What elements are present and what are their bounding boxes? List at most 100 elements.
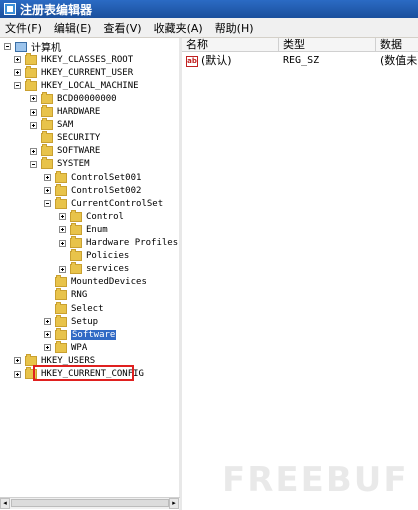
expand-icon[interactable] xyxy=(44,331,51,339)
expand-icon[interactable] xyxy=(59,239,66,247)
tree-node-label: Setup xyxy=(71,316,99,327)
collapse-icon[interactable] xyxy=(30,160,37,168)
folder-icon xyxy=(25,52,37,65)
tree-node[interactable]: Control xyxy=(59,209,124,223)
column-header-data[interactable]: 数据 xyxy=(376,38,418,52)
tree-node[interactable]: Software xyxy=(44,327,117,341)
tree-node-label: RNG xyxy=(71,290,88,301)
tree-node-label: Policies xyxy=(86,251,130,262)
folder-icon xyxy=(70,262,82,275)
collapse-icon[interactable] xyxy=(4,43,11,50)
expand-icon[interactable] xyxy=(59,265,66,273)
expand-icon[interactable] xyxy=(14,357,21,365)
tree-node[interactable]: ControlSet001 xyxy=(44,170,142,184)
value-row[interactable]: ab (默认) xyxy=(186,54,232,67)
tree-node[interactable]: ControlSet002 xyxy=(44,183,142,197)
tree-horizontal-scrollbar[interactable]: ◂ ▸ xyxy=(0,497,180,509)
folder-icon xyxy=(41,131,53,144)
expand-icon[interactable] xyxy=(30,147,37,155)
tree-node[interactable]: HKEY_CURRENT_USER xyxy=(14,65,133,79)
tree-node[interactable]: Enum xyxy=(59,222,108,236)
collapse-icon[interactable] xyxy=(44,200,51,208)
tree-node-label: SAM xyxy=(57,120,74,131)
computer-icon xyxy=(15,41,27,52)
expand-icon[interactable] xyxy=(59,226,66,234)
expand-icon[interactable] xyxy=(44,318,51,326)
tree-node[interactable]: SOFTWARE xyxy=(30,144,100,158)
column-header-type[interactable]: 类型 xyxy=(279,38,376,52)
expand-icon[interactable] xyxy=(14,56,21,64)
menu-bar: 文件(F) 编辑(E) 查看(V) 收藏夹(A) 帮助(H) xyxy=(0,18,418,38)
tree-node-label: Control xyxy=(86,211,124,222)
tree-node[interactable]: HKEY_LOCAL_MACHINE xyxy=(14,78,139,92)
folder-icon xyxy=(55,314,67,327)
tree-node[interactable]: Hardware Profiles xyxy=(59,236,179,250)
tree-node-label: Hardware Profiles xyxy=(86,238,179,248)
tree-node[interactable]: BCD00000000 xyxy=(30,91,117,105)
tree-node[interactable]: services xyxy=(59,262,130,276)
tree-node[interactable]: CurrentControlSet xyxy=(44,196,163,210)
tree-node-label: Enum xyxy=(86,224,108,235)
tree-node-label: SECURITY xyxy=(57,133,101,144)
folder-icon xyxy=(41,91,53,104)
expand-icon[interactable] xyxy=(44,187,51,195)
regedit-icon xyxy=(4,3,16,15)
menu-file[interactable]: 文件(F) xyxy=(0,20,47,36)
tree-node[interactable]: Select xyxy=(44,301,104,315)
value-type: REG_SZ xyxy=(283,55,320,66)
tree-node[interactable]: RNG xyxy=(44,288,88,302)
tree-node[interactable]: Setup xyxy=(44,314,99,328)
menu-help[interactable]: 帮助(H) xyxy=(210,20,259,36)
folder-icon xyxy=(55,301,67,314)
tree-node-label: 计算机 xyxy=(31,43,61,54)
expand-icon[interactable] xyxy=(30,121,37,129)
expand-icon[interactable] xyxy=(30,108,37,116)
registry-tree[interactable]: 计算机 HKEY_CLASSES_ROOT HKEY_CURRENT_USER HKE… xyxy=(0,38,181,496)
expand-icon[interactable] xyxy=(30,95,37,103)
folder-icon xyxy=(55,183,67,196)
folder-icon xyxy=(41,157,53,170)
tree-node-label: services xyxy=(86,264,130,275)
tree-node[interactable]: HKEY_CLASSES_ROOT xyxy=(14,52,134,66)
value-list[interactable]: 名称 类型 数据 ab (默认) REG_SZ (数值未 FREEBUF xyxy=(182,38,418,510)
tree-node[interactable]: Policies xyxy=(59,249,130,263)
tree-node[interactable]: SECURITY xyxy=(30,131,101,145)
folder-icon xyxy=(41,105,53,117)
expand-icon[interactable] xyxy=(44,344,51,352)
tree-node[interactable]: SYSTEM xyxy=(30,157,90,171)
scroll-thumb[interactable] xyxy=(11,499,169,507)
expand-icon[interactable] xyxy=(44,174,51,181)
folder-icon xyxy=(55,340,67,353)
tree-node[interactable]: WPA xyxy=(44,340,87,354)
menu-view[interactable]: 查看(V) xyxy=(98,20,146,36)
menu-favorites[interactable]: 收藏夹(A) xyxy=(149,20,208,36)
tree-node[interactable]: 计算机 xyxy=(4,40,61,54)
scroll-right-button[interactable]: ▸ xyxy=(169,498,179,509)
folder-icon xyxy=(25,78,37,91)
folder-icon xyxy=(25,65,37,78)
folder-icon xyxy=(70,249,82,262)
tree-node-label: HKEY_LOCAL_MACHINE xyxy=(41,80,139,91)
tree-node[interactable]: SAM xyxy=(30,118,74,132)
menu-edit[interactable]: 编辑(E) xyxy=(49,20,97,36)
tree-node-label: HARDWARE xyxy=(57,107,101,117)
window-title: 注册表编辑器 xyxy=(20,2,93,17)
tree-node-label: MountedDevices xyxy=(71,277,147,288)
expand-icon[interactable] xyxy=(59,213,66,221)
expand-icon[interactable] xyxy=(14,370,21,378)
tree-node[interactable]: HARDWARE xyxy=(30,105,101,119)
folder-icon xyxy=(55,327,67,340)
tree-node-label: HKEY_CLASSES_ROOT xyxy=(41,54,134,65)
expand-icon[interactable] xyxy=(14,69,21,77)
value-data: (数值未 xyxy=(380,54,418,67)
folder-icon xyxy=(41,144,53,157)
tree-node[interactable]: MountedDevices xyxy=(44,275,147,289)
column-header-name[interactable]: 名称 xyxy=(182,38,279,52)
scroll-left-button[interactable]: ◂ xyxy=(0,498,10,509)
tree-node-label: ControlSet002 xyxy=(71,185,142,196)
watermark: FREEBUF xyxy=(222,460,409,500)
collapse-icon[interactable] xyxy=(14,82,21,90)
tree-node-label: Software xyxy=(71,329,117,340)
title-bar: 注册表编辑器 xyxy=(0,0,418,18)
tree-node-label: ControlSet001 xyxy=(71,172,142,183)
